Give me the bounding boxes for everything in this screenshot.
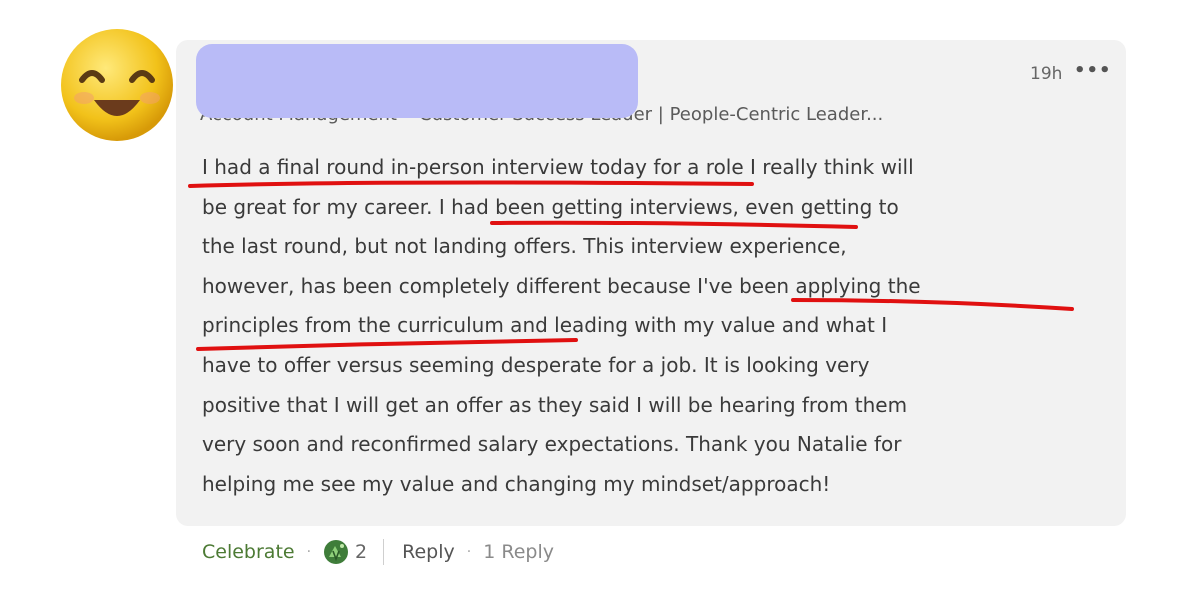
comment-line: principles from the curriculum and leadi… [202,313,888,338]
replies-link[interactable]: 1 Reply [483,541,554,563]
redaction-box [196,44,638,118]
comment-actions: Celebrate · 2 Reply · 1 Reply [202,538,554,566]
timestamp: 19h [1030,64,1063,84]
comment-line: I had a final round in-person interview … [202,155,914,179]
separator-dot: · [466,544,472,560]
comment-line: positive that I will get an offer as the… [202,392,908,417]
reply-button[interactable]: Reply [402,541,455,563]
separator-dot: · [306,544,312,560]
comment-line: very soon and reconfirmed salary expecta… [202,432,902,457]
more-options-button[interactable]: ••• [1074,60,1112,81]
comment-text: I had a final round in-person interview … [202,148,1082,504]
comment-line: helping me see my value and changing my … [202,471,831,496]
avatar[interactable] [60,28,174,142]
celebrate-reaction-icon[interactable] [323,539,349,565]
comment-line: be great for my career. I had been getti… [202,194,899,219]
comment-line: the last round, but not landing offers. … [202,234,847,259]
comment-line: however, has been completely different b… [202,273,921,298]
comment-line: have to offer versus seeming desperate f… [202,352,870,377]
divider [383,539,385,565]
reaction-count[interactable]: 2 [355,541,367,563]
celebrate-button[interactable]: Celebrate [202,541,295,563]
